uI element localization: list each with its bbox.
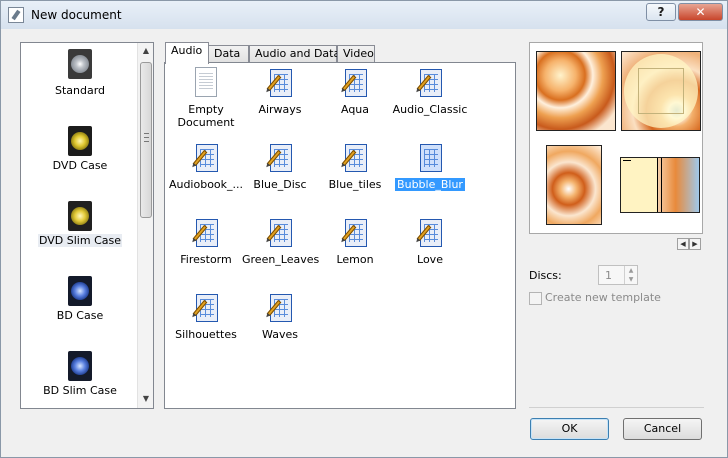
title-bar: New document ? ✕ (1, 1, 727, 29)
standard-case-icon (68, 49, 92, 79)
cancel-button[interactable]: Cancel (623, 418, 702, 440)
template-icon (192, 294, 220, 324)
template-icon (192, 144, 220, 174)
template-grid: Empty Document Airways Aqua Audio_Classi… (164, 62, 516, 409)
template-item[interactable]: Love (392, 215, 468, 285)
template-item[interactable]: Aqua (317, 65, 393, 135)
template-item-selected[interactable]: Bubble_Blur (392, 140, 468, 210)
template-label: Airways (258, 103, 302, 116)
template-item[interactable]: Empty Document (168, 65, 244, 135)
case-type-bd-case[interactable]: BD Case (21, 268, 139, 340)
case-type-list[interactable]: Standard DVD Case DVD Slim Case BD Case … (20, 42, 154, 409)
template-preview (529, 42, 703, 234)
template-icon (416, 144, 444, 174)
dvd-slim-case-icon (68, 201, 92, 231)
discs-value: 1 (605, 269, 612, 282)
template-label: Green_Leaves (242, 253, 320, 266)
window-title: New document (31, 8, 122, 22)
case-type-label: Standard (54, 84, 106, 97)
dvd-case-icon (68, 126, 92, 156)
template-icon (341, 144, 369, 174)
template-item[interactable]: Waves (242, 290, 318, 360)
preview-back-cover (620, 157, 700, 213)
template-label: Blue_Disc (253, 178, 307, 191)
separator (529, 407, 704, 408)
preview-prev-icon[interactable]: ◀ (677, 238, 689, 250)
template-icon (341, 69, 369, 99)
template-item[interactable]: Blue_Disc (242, 140, 318, 210)
spin-down-icon[interactable]: ▼ (624, 275, 637, 284)
scroll-down-icon[interactable]: ▼ (138, 391, 153, 407)
scrollbar-thumb[interactable] (140, 62, 152, 218)
template-icon (266, 294, 294, 324)
preview-front-cover (536, 51, 616, 131)
template-label: Lemon (336, 253, 374, 266)
vertical-scrollbar[interactable]: ▲ ▼ (137, 43, 153, 408)
template-item[interactable]: Audiobook_... (168, 140, 244, 210)
help-button[interactable]: ? (646, 3, 676, 21)
tab-video[interactable]: Video (337, 45, 375, 63)
case-type-standard[interactable]: Standard (21, 43, 139, 115)
template-label: Audiobook_... (168, 178, 244, 191)
template-label: Bubble_Blur (395, 178, 465, 191)
template-item[interactable]: Silhouettes (168, 290, 244, 360)
preview-booklet (546, 145, 602, 225)
template-icon (341, 219, 369, 249)
case-type-label: BD Slim Case (43, 384, 117, 397)
template-icon (266, 69, 294, 99)
template-item[interactable]: Firestorm (168, 215, 244, 285)
template-item[interactable]: Audio_Classic (392, 65, 468, 135)
case-type-bd-slim-case[interactable]: BD Slim Case (21, 343, 139, 408)
scroll-up-icon[interactable]: ▲ (138, 43, 153, 59)
template-label: Waves (262, 328, 298, 341)
tab-audio-and-data[interactable]: Audio and Data (249, 45, 340, 63)
template-label: Blue_tiles (328, 178, 382, 191)
template-icon (192, 219, 220, 249)
case-type-dvd-case[interactable]: DVD Case (21, 118, 139, 190)
template-icon (266, 219, 294, 249)
template-label: Firestorm (180, 253, 232, 266)
template-item[interactable]: Blue_tiles (317, 140, 393, 210)
template-label: Aqua (340, 103, 370, 116)
template-item[interactable]: Green_Leaves (242, 215, 320, 285)
template-label: Audio_Classic (392, 103, 468, 116)
bd-case-icon (68, 276, 92, 306)
template-icon (416, 69, 444, 99)
discs-label: Discs: (529, 269, 562, 282)
tab-data[interactable]: Data (208, 45, 249, 63)
preview-disc-label (621, 51, 701, 131)
blank-document-icon (195, 67, 217, 97)
close-icon[interactable]: ✕ (678, 3, 723, 21)
spin-up-icon[interactable]: ▲ (624, 266, 637, 275)
template-label: Silhouettes (175, 328, 237, 341)
template-icon (416, 219, 444, 249)
tab-audio[interactable]: Audio (165, 42, 209, 64)
template-item[interactable]: Lemon (317, 215, 393, 285)
app-icon (8, 7, 24, 23)
case-type-label: DVD Slim Case (38, 234, 122, 247)
new-document-dialog: New document ? ✕ Standard DVD Case DVD S… (0, 0, 728, 458)
ok-button[interactable]: OK (530, 418, 609, 440)
case-type-label: DVD Case (52, 159, 108, 172)
template-icon (266, 144, 294, 174)
discs-stepper[interactable]: 1 ▲ ▼ (598, 265, 638, 285)
preview-next-icon[interactable]: ▶ (689, 238, 701, 250)
create-template-checkbox[interactable] (529, 292, 542, 305)
template-label: Love (417, 253, 443, 266)
template-item[interactable]: Airways (242, 65, 318, 135)
create-template-label: Create new template (545, 291, 661, 304)
case-type-label: BD Case (56, 309, 104, 322)
case-type-dvd-slim-case[interactable]: DVD Slim Case (21, 193, 139, 265)
template-label: Empty Document (177, 103, 235, 129)
bd-slim-case-icon (68, 351, 92, 381)
